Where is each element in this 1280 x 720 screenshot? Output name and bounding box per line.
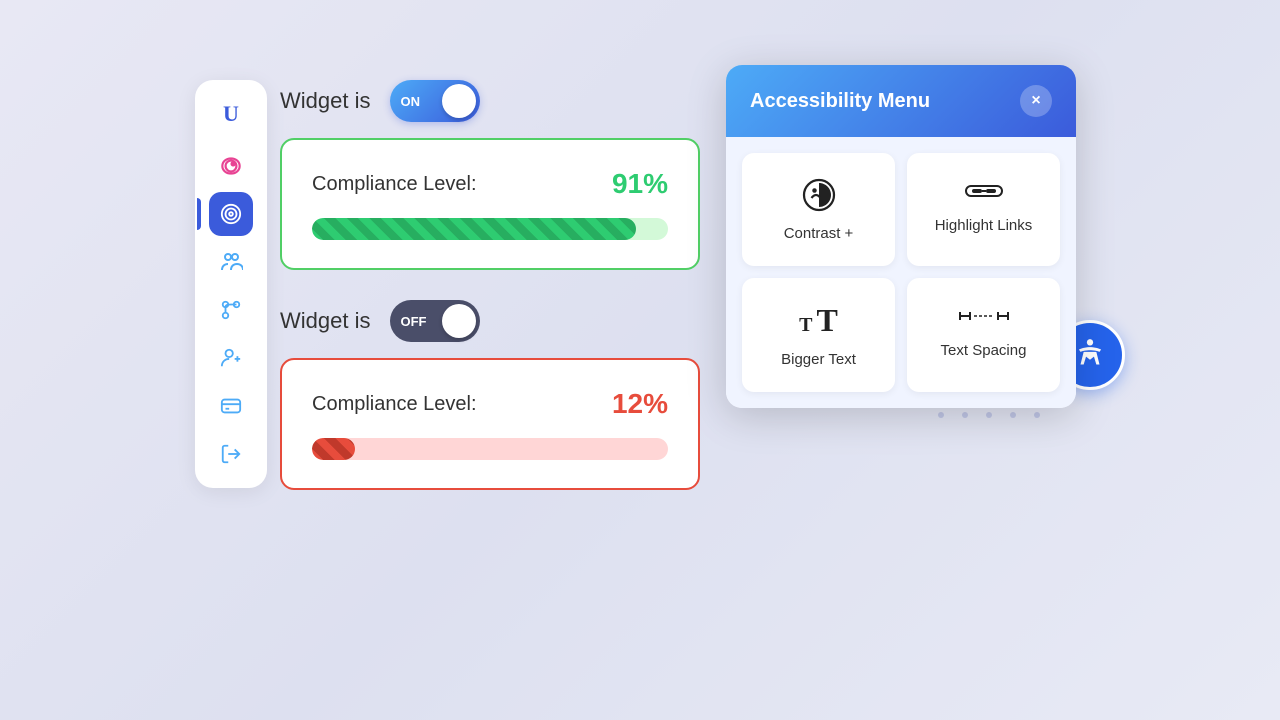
compliance-on-row: Compliance Level: 91% (312, 168, 668, 200)
toggle-off-text: OFF (400, 314, 426, 329)
modal-close-button[interactable]: × (1020, 85, 1052, 117)
text-spacing-label: Text Spacing (941, 342, 1027, 359)
toggle-on-text: ON (400, 94, 420, 109)
highlight-links-option[interactable]: Highlight Links (907, 153, 1060, 266)
sidebar-item-exit[interactable] (209, 432, 253, 476)
contrast-option[interactable]: Contrast + (742, 153, 895, 266)
compliance-off-row: Compliance Level: 12% (312, 388, 668, 420)
sidebar-item-card[interactable] (209, 384, 253, 428)
compliance-card-red: Compliance Level: 12% (280, 358, 700, 490)
main-content: Widget is ON Compliance Level: 91% Widge… (280, 80, 730, 490)
widget-off-row: Widget is OFF (280, 300, 730, 342)
progress-bar-red-bg (312, 438, 668, 460)
text-spacing-option[interactable]: Text Spacing (907, 278, 1060, 392)
compliance-off-label: Compliance Level: (312, 393, 477, 416)
widget-off-label: Widget is (280, 308, 370, 334)
branch-icon (220, 299, 242, 321)
highlight-links-icon (964, 177, 1004, 205)
person-add-icon (220, 347, 242, 369)
sidebar: U (195, 80, 267, 488)
contrast-label: Contrast + (784, 225, 854, 242)
compliance-card-green: Compliance Level: 91% (280, 138, 700, 270)
progress-bar-red-fill (312, 438, 355, 460)
toggle-on-thumb (442, 84, 476, 118)
accessibility-icon (1071, 336, 1109, 374)
toggle-on-button[interactable]: ON (390, 80, 480, 122)
sidebar-item-users[interactable] (209, 240, 253, 284)
sidebar-item-logo[interactable]: U (209, 92, 253, 136)
highlight-links-label: Highlight Links (935, 217, 1033, 234)
sidebar-item-analytics[interactable] (209, 192, 253, 236)
widget-on-row: Widget is ON (280, 80, 730, 122)
progress-bar-green-bg (312, 218, 668, 240)
target-icon (220, 203, 242, 225)
text-spacing-icon (958, 302, 1010, 330)
widget-off-section: Widget is OFF Compliance Level: 12% (280, 300, 730, 490)
widget-on-label: Widget is (280, 88, 370, 114)
card-icon (220, 395, 242, 417)
close-icon: × (1031, 92, 1040, 110)
modal-title: Accessibility Menu (750, 90, 930, 113)
modal-body: Contrast + Highlight Links T T Bigger Te… (726, 137, 1076, 408)
bigger-text-option[interactable]: T T Bigger Text (742, 278, 895, 392)
accessibility-modal: Accessibility Menu × Contrast + Highlig (726, 65, 1076, 408)
widget-on-section: Widget is ON Compliance Level: 91% (280, 80, 730, 270)
compliance-off-value: 12% (612, 388, 668, 420)
users-icon (219, 250, 243, 274)
toggle-off-button[interactable]: OFF (390, 300, 480, 342)
progress-bar-green-fill (312, 218, 636, 240)
compliance-on-value: 91% (612, 168, 668, 200)
bigger-text-label: Bigger Text (781, 351, 856, 368)
sidebar-item-branch[interactable] (209, 288, 253, 332)
bigger-text-icon: T T (799, 302, 838, 339)
contrast-icon (801, 177, 837, 213)
sidebar-item-person-add[interactable] (209, 336, 253, 380)
eye-icon (218, 153, 244, 179)
modal-header: Accessibility Menu × (726, 65, 1076, 137)
toggle-off-thumb (442, 304, 476, 338)
sidebar-item-monitor[interactable] (209, 144, 253, 188)
exit-icon (220, 443, 242, 465)
compliance-on-label: Compliance Level: (312, 173, 477, 196)
